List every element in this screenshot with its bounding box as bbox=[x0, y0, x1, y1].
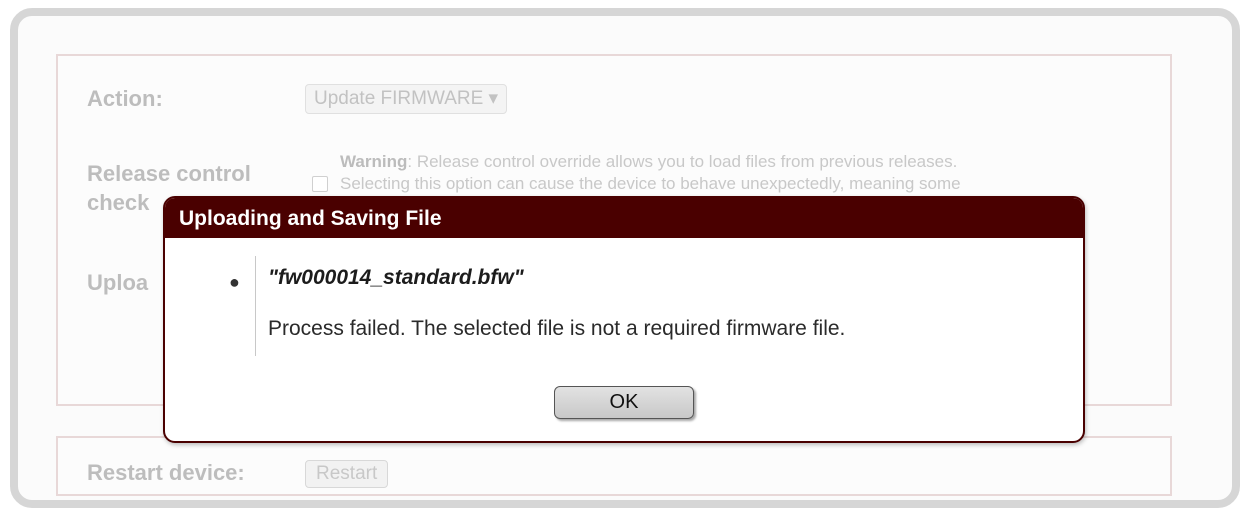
dialog-filename: "fw000014_standard.bfw" bbox=[268, 266, 524, 289]
action-select[interactable]: Update FIRMWARE ▾ bbox=[305, 84, 508, 114]
bullet-icon: ● bbox=[229, 272, 240, 292]
restart-label: Restart device: bbox=[87, 460, 245, 485]
restart-button[interactable]: Restart bbox=[305, 460, 389, 488]
dialog-title: Uploading and Saving File bbox=[165, 198, 1083, 238]
action-label: Action: bbox=[87, 86, 163, 111]
dialog-message-block: "fw000014_standard.bfw" Process failed. … bbox=[255, 256, 1036, 356]
upload-dialog: Uploading and Saving File ● "fw000014_st… bbox=[163, 196, 1085, 443]
ok-button[interactable]: OK bbox=[554, 386, 694, 419]
release-warning-text: Warning: Release control override allows… bbox=[340, 151, 1140, 195]
release-control-label: Release control bbox=[87, 161, 251, 186]
dialog-error-message: Process failed. The selected file is not… bbox=[268, 317, 846, 340]
warning-text-1: : Release control override allows you to… bbox=[407, 152, 958, 171]
warning-text-2: Selecting this option can cause the devi… bbox=[340, 174, 961, 193]
release-override-checkbox[interactable] bbox=[312, 176, 328, 192]
upload-label: Uploa bbox=[87, 270, 149, 295]
warning-bold: Warning bbox=[340, 152, 408, 171]
release-control-label-2: check bbox=[87, 190, 150, 215]
